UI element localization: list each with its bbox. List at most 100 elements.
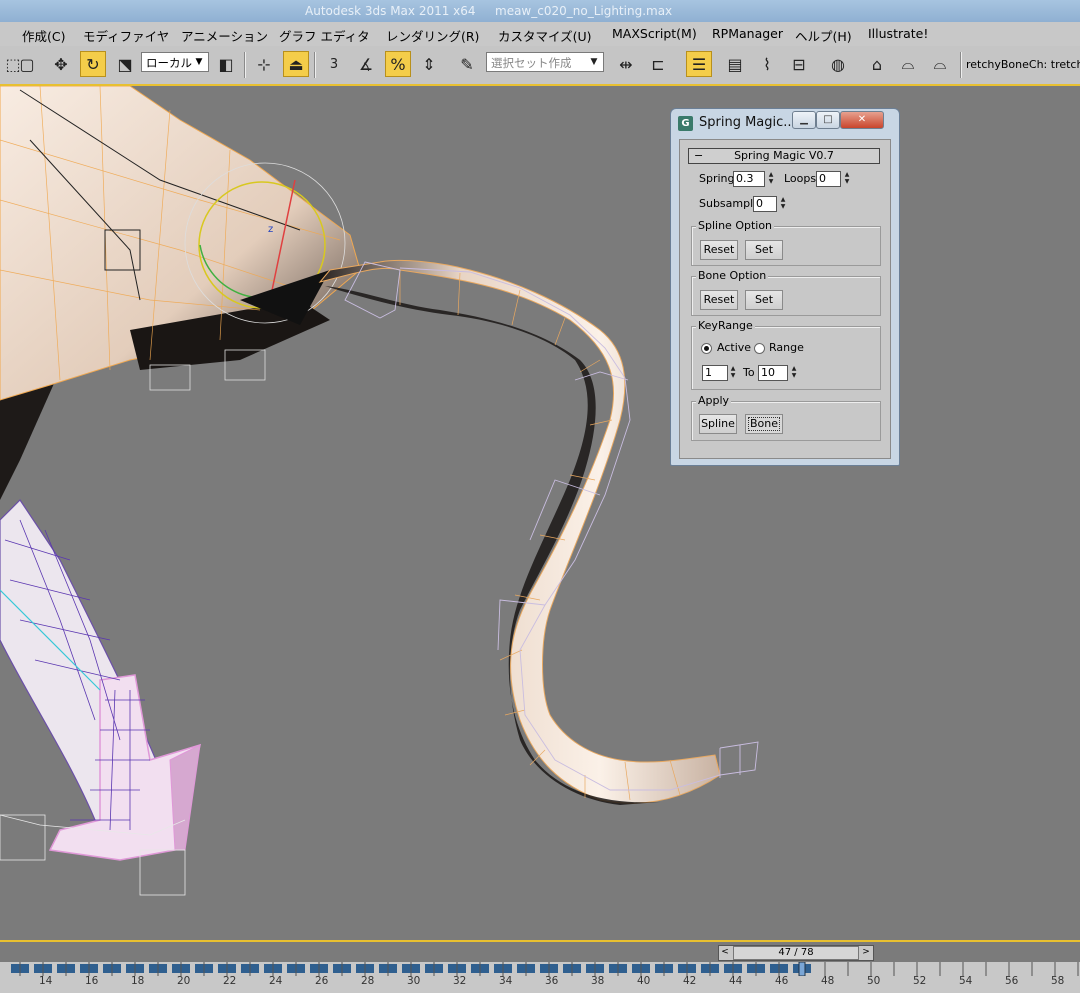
subsample-field[interactable]: 0 (753, 196, 777, 212)
spring-field[interactable]: 0.3 (733, 171, 765, 187)
menu-animation[interactable]: アニメーション (181, 26, 268, 45)
frame-tick-label: 48 (821, 975, 835, 987)
scene-explorer-icon[interactable]: ▤ (722, 51, 748, 77)
toolbar-divider (960, 52, 962, 78)
spinner-arrows-icon[interactable]: ▲ ▼ (789, 365, 799, 381)
select-link-icon[interactable]: ⊹ (251, 51, 277, 77)
perspective-viewport[interactable]: z (0, 86, 1080, 940)
bone-set-button[interactable]: Set (745, 290, 783, 310)
render-setup-icon[interactable]: ⌂ (864, 51, 890, 77)
maximize-button[interactable]: □ (816, 111, 840, 129)
menu-illustrate[interactable]: Illustrate! (868, 26, 928, 41)
frame-tick-label: 36 (545, 975, 559, 987)
time-slider[interactable]: < 47 / 78 > (718, 945, 874, 961)
group-title: Spline Option (696, 219, 775, 232)
rotate-icon[interactable]: ↻ (80, 51, 106, 77)
scene-render: z (0, 86, 759, 896)
spinner-arrows-icon[interactable]: ▲ ▼ (728, 365, 738, 381)
range-from-field[interactable]: 1 (702, 365, 728, 381)
spline-set-button[interactable]: Set (745, 240, 783, 260)
frame-tick-label: 14 (39, 975, 53, 987)
edit-named-sel-icon[interactable]: ✎ (454, 51, 480, 77)
menu-rendering[interactable]: レンダリング(R) (386, 26, 479, 45)
next-frame-button[interactable]: > (860, 946, 872, 960)
subsample-label: Subsample (699, 197, 760, 210)
ref-coord-value: ローカル (146, 56, 192, 70)
menu-customize[interactable]: カスタマイズ(U) (498, 26, 592, 45)
align-icon[interactable]: ⊏ (645, 51, 671, 77)
minimize-button[interactable]: ▁ (792, 111, 816, 129)
range-radio[interactable] (754, 343, 765, 354)
collapse-icon: − (694, 149, 704, 162)
frame-tick-label: 30 (407, 975, 421, 987)
frame-tick-label: 20 (177, 975, 191, 987)
window-crossing-icon[interactable]: ▢ (14, 51, 40, 77)
svg-text:z: z (268, 224, 273, 235)
menu-help[interactable]: ヘルプ(H) (795, 26, 852, 45)
loops-field[interactable]: 0 (816, 171, 841, 187)
frame-tick-label: 52 (913, 975, 927, 987)
scale-icon[interactable]: ⬔ (112, 51, 138, 77)
spinner-arrows-icon[interactable]: ▲ ▼ (778, 196, 788, 212)
manipulate-icon[interactable]: ⏏ (283, 51, 309, 77)
spring-label: Spring (699, 172, 735, 185)
range-label: Range (769, 341, 804, 354)
render-icon[interactable]: ⌓ (927, 51, 953, 77)
frame-tick-label: 54 (959, 975, 973, 987)
ref-coord-dropdown[interactable]: ローカル ▼ (141, 52, 209, 72)
move-icon[interactable]: ✥ (48, 51, 74, 77)
frame-tick-label: 58 (1051, 975, 1065, 987)
frame-tick-label: 46 (775, 975, 789, 987)
time-slider-bar: < 47 / 78 > (0, 940, 1080, 962)
spinner-snap-icon[interactable]: ⇕ (416, 51, 442, 77)
active-radio[interactable] (701, 343, 712, 354)
menu-rpmanager[interactable]: RPManager (712, 26, 783, 41)
pivot-icon[interactable]: ◧ (213, 51, 239, 77)
frame-counter[interactable]: 47 / 78 (733, 946, 859, 960)
current-frame-marker[interactable] (798, 962, 806, 976)
menu-modifiers[interactable]: モディファイヤ (83, 26, 169, 45)
frame-tick-label: 16 (85, 975, 99, 987)
named-selection-dropdown[interactable]: 選択セット作成 ▼ (486, 52, 604, 72)
group-title: Apply (696, 394, 732, 407)
track-bar[interactable]: 14 16 18 20 22 24 26 28 30 32 34 36 38 40 42 44 46 48 50 52… (0, 962, 1080, 993)
snap-label: 3 (329, 56, 339, 72)
frame-tick-label: 22 (223, 975, 237, 987)
custom-tools-text[interactable]: retchyBoneCh: tretchyI (966, 58, 1080, 71)
schematic-icon[interactable]: ⊟ (786, 51, 812, 77)
range-to-field[interactable]: 10 (758, 365, 788, 381)
curve-editor-icon[interactable]: ⌇ (754, 51, 780, 77)
key-ticks (11, 962, 1079, 976)
percent-snap-icon[interactable]: % (385, 51, 411, 77)
keyrange-group: KeyRange Active Range 1 ▲ ▼ To 10 ▲ ▼ (691, 319, 881, 390)
material-editor-icon[interactable]: ◍ (825, 51, 851, 77)
bone-option-group: Bone Option Reset Set (691, 269, 881, 316)
rollout-title: Spring Magic V0.7 (734, 149, 834, 162)
prev-frame-button[interactable]: < (719, 946, 731, 960)
menu-maxscript[interactable]: MAXScript(M) (612, 26, 697, 41)
frame-tick-label: 24 (269, 975, 283, 987)
rollout-header[interactable]: − Spring Magic V0.7 (688, 148, 880, 164)
frame-tick-label: 44 (729, 975, 743, 987)
apply-spline-button[interactable]: Spline (699, 414, 737, 434)
frame-tick-label: 18 (131, 975, 145, 987)
apply-bone-button[interactable]: Bone (745, 414, 783, 434)
bone-reset-button[interactable]: Reset (700, 290, 738, 310)
layer-icon[interactable]: ☰ (686, 51, 712, 77)
angle-snap-icon[interactable]: ∡ (353, 51, 379, 77)
render-frame-icon[interactable]: ⌓ (895, 51, 921, 77)
mirror-icon[interactable]: ⇹ (613, 51, 639, 77)
frame-tick-label: 42 (683, 975, 697, 987)
chevron-down-icon: ▼ (195, 57, 203, 67)
close-button[interactable]: ✕ (840, 111, 884, 129)
file-title: meaw_c020_no_Lighting.max (495, 4, 673, 18)
menu-graph-editors[interactable]: グラフ エディタ (279, 26, 370, 45)
menu-create[interactable]: 作成(C) (22, 26, 65, 45)
dialog-body: − Spring Magic V0.7 Spring 0.3 ▲ ▼ Loops … (679, 139, 891, 459)
spline-reset-button[interactable]: Reset (700, 240, 738, 260)
loops-label: Loops (784, 172, 817, 185)
spline-option-group: Spline Option Reset Set (691, 219, 881, 266)
spinner-arrows-icon[interactable]: ▲ ▼ (766, 171, 776, 187)
snap-icon[interactable]: 3 (321, 51, 347, 77)
spinner-arrows-icon[interactable]: ▲ ▼ (842, 171, 852, 187)
